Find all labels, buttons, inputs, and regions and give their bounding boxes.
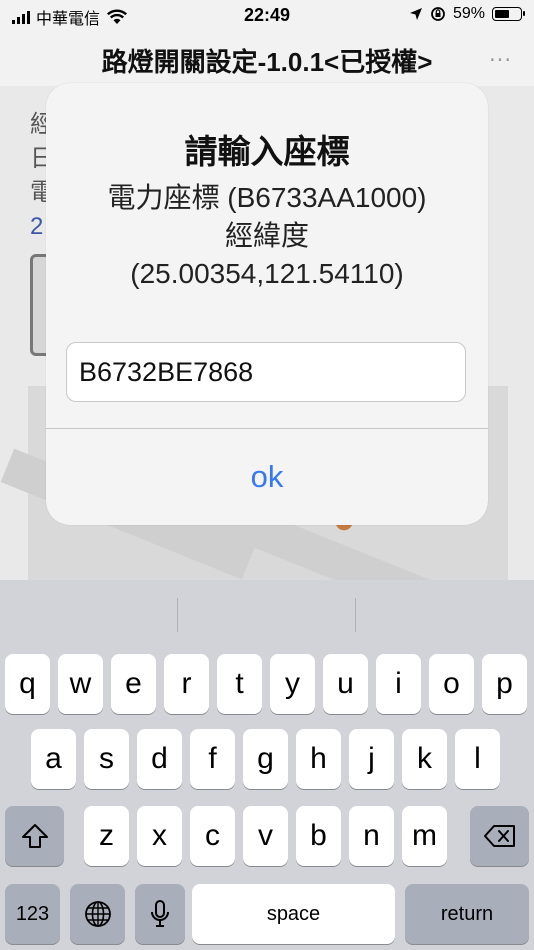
keyboard: q w e r t y u i o p a s d f g h j k l z …	[0, 580, 534, 950]
space-key[interactable]: space	[192, 884, 395, 944]
key-p[interactable]: p	[482, 654, 527, 714]
key-h[interactable]: h	[296, 729, 341, 789]
key-x[interactable]: x	[137, 806, 182, 866]
key-b[interactable]: b	[296, 806, 341, 866]
numbers-key[interactable]: 123	[5, 884, 60, 944]
key-r[interactable]: r	[164, 654, 209, 714]
key-c[interactable]: c	[190, 806, 235, 866]
key-l[interactable]: l	[455, 729, 500, 789]
nav-bar: 路燈開關設定-1.0.1<已授權> ...	[0, 34, 534, 86]
key-y[interactable]: y	[270, 654, 315, 714]
page-title: 路燈開關設定-1.0.1<已授權>	[101, 47, 433, 77]
key-v[interactable]: v	[243, 806, 288, 866]
alert-message-line: 電力座標 (B6733AA1000)	[107, 182, 427, 213]
microphone-icon	[151, 900, 169, 927]
battery-icon	[492, 7, 525, 21]
key-z[interactable]: z	[84, 806, 129, 866]
alert-message: 電力座標 (B6733AA1000) 經緯度 (25.00354,121.541…	[46, 179, 488, 293]
coordinate-alert: 請輸入座標 電力座標 (B6733AA1000) 經緯度 (25.00354,1…	[46, 83, 488, 525]
status-bar: 中華電信 22:49 59%	[0, 0, 534, 32]
coordinate-input[interactable]	[66, 342, 466, 402]
alert-title: 請輸入座標	[184, 133, 350, 170]
key-q[interactable]: q	[5, 654, 50, 714]
orientation-lock-icon	[431, 7, 445, 21]
dictation-key[interactable]	[135, 884, 185, 944]
key-w[interactable]: w	[58, 654, 103, 714]
return-key[interactable]: return	[405, 884, 529, 944]
backspace-icon	[483, 825, 515, 847]
key-j[interactable]: j	[349, 729, 394, 789]
key-s[interactable]: s	[84, 729, 129, 789]
alert-message-line: (25.00354,121.54110)	[130, 258, 404, 289]
alert-message-line: 經緯度	[224, 220, 309, 251]
globe-icon	[84, 901, 111, 927]
predictive-bar	[0, 580, 534, 638]
key-n[interactable]: n	[349, 806, 394, 866]
key-u[interactable]: u	[323, 654, 368, 714]
delete-key[interactable]	[470, 806, 529, 866]
key-a[interactable]: a	[31, 729, 76, 789]
key-t[interactable]: t	[217, 654, 262, 714]
key-i[interactable]: i	[376, 654, 421, 714]
key-m[interactable]: m	[402, 806, 447, 866]
key-d[interactable]: d	[137, 729, 182, 789]
key-e[interactable]: e	[111, 654, 156, 714]
key-g[interactable]: g	[243, 729, 288, 789]
ok-button[interactable]: ok	[46, 429, 488, 525]
shift-icon	[21, 824, 48, 848]
globe-key[interactable]	[70, 884, 125, 944]
predictive-divider	[177, 598, 178, 632]
key-f[interactable]: f	[190, 729, 235, 789]
key-o[interactable]: o	[429, 654, 474, 714]
key-k[interactable]: k	[402, 729, 447, 789]
shift-key[interactable]	[5, 806, 64, 866]
location-icon	[409, 8, 422, 20]
more-menu-button[interactable]: ...	[489, 40, 512, 68]
predictive-divider	[355, 598, 356, 632]
battery-percent: 59%	[452, 5, 485, 22]
status-right: 59%	[409, 5, 525, 23]
